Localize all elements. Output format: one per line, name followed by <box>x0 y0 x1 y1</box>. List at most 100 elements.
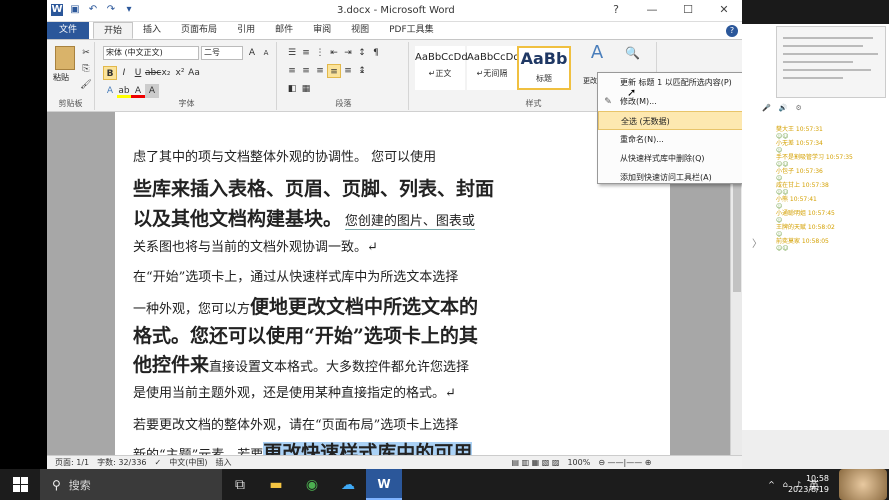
streamer-avatar <box>839 469 887 500</box>
sort-icon[interactable]: ↕ <box>355 46 369 60</box>
status-bar: 页面: 1/1 字数: 32/336 ✓ 中文(中国) 插入 ▤ ▥ ▦ ▧ ▨… <box>47 455 742 469</box>
scroll-thumb[interactable] <box>733 172 741 292</box>
status-mode[interactable]: 插入 <box>215 457 231 468</box>
settings-icon[interactable]: ⚙ <box>795 104 801 116</box>
distributed-icon[interactable]: ≡ <box>341 64 355 78</box>
redo-icon[interactable]: ↷ <box>105 4 117 16</box>
font-name-select[interactable]: 宋体 (中文正文) <box>103 46 199 60</box>
cloud-app-icon[interactable]: ☁ <box>330 469 366 500</box>
chrome-icon[interactable]: ◉ <box>294 469 330 500</box>
chat-list: 樊大王 10:57:31 ☺☺ 小无差 10:57:34 ☺ 手不是割吸管学习 10… <box>776 126 886 252</box>
paste-icon[interactable] <box>55 46 75 70</box>
borders-icon[interactable]: ▦ <box>299 82 313 96</box>
menu-modify[interactable]: ✎ 修改(M)... <box>598 92 742 111</box>
chat-message: 小无差 10:57:34 ☺ <box>776 140 823 154</box>
mic-icon[interactable]: 🎤 <box>762 104 771 116</box>
highlight-color-icon[interactable]: ab <box>117 84 131 98</box>
customize-toolbar-icon[interactable]: ▾ <box>123 4 135 16</box>
menu-add-to-qat[interactable]: 添加到快速访问工具栏(A) <box>598 168 742 187</box>
char-shading-icon[interactable]: A <box>145 84 159 98</box>
superscript-icon[interactable]: x² <box>173 66 187 80</box>
copy-icon[interactable]: ⎘ <box>79 62 93 76</box>
taskbar-search[interactable]: ⚲ 搜索 <box>40 469 222 500</box>
shrink-font-icon[interactable]: A <box>259 46 273 60</box>
format-painter-icon[interactable]: 🖌 <box>79 78 93 92</box>
screen-preview-thumbnail[interactable] <box>776 26 886 98</box>
subscript-icon[interactable]: x₂ <box>159 66 173 80</box>
tab-references[interactable]: 引用 <box>227 22 265 39</box>
style-heading[interactable]: AaBb 标题 <box>517 46 571 90</box>
tab-mailings[interactable]: 邮件 <box>265 22 303 39</box>
doc-line-3a: 以及其他文档构建基块。 <box>133 208 343 230</box>
menu-update-style[interactable]: 更新 标题 1 以匹配所选内容(P) <box>598 73 742 92</box>
menu-select-all[interactable]: 全选 (无数据) <box>598 111 742 130</box>
style-normal[interactable]: AaBbCcDd ↵正文 <box>415 46 468 90</box>
undo-icon[interactable]: ↶ <box>87 4 99 16</box>
decrease-indent-icon[interactable]: ⇤ <box>327 46 341 60</box>
shading-icon[interactable]: ◧ <box>285 82 299 96</box>
stream-controls[interactable]: 🎤 🔊 ⚙ <box>762 104 882 116</box>
bold-icon[interactable]: B <box>103 66 117 80</box>
grow-font-icon[interactable]: A <box>245 46 259 60</box>
help-button[interactable]: ? <box>598 0 634 22</box>
increase-indent-icon[interactable]: ⇥ <box>341 46 355 60</box>
save-icon[interactable]: ▣ <box>69 4 81 16</box>
tab-file[interactable]: 文件 <box>47 22 90 39</box>
word-taskbar-icon[interactable]: W <box>366 469 402 500</box>
tab-home[interactable]: 开始 <box>93 22 134 39</box>
style-no-spacing[interactable]: AaBbCcDd ↵无间隔 <box>467 46 520 90</box>
status-words[interactable]: 字数: 32/336 <box>97 457 146 468</box>
menu-rename[interactable]: 重命名(N)... <box>598 130 742 149</box>
change-styles-icon[interactable]: A <box>585 44 609 70</box>
show-marks-icon[interactable]: ¶ <box>369 46 383 60</box>
find-icon[interactable]: 🔍 <box>625 46 640 60</box>
view-buttons-icon[interactable]: ▤ ▥ ▦ ▧ ▨ <box>511 458 559 467</box>
taskbar-clock[interactable]: 10:58 2023/8/19 <box>788 473 829 495</box>
justify-icon[interactable]: ≡ <box>327 64 341 78</box>
multilevel-list-icon[interactable]: ⋮ <box>313 46 327 60</box>
bullets-icon[interactable]: ☰ <box>285 46 299 60</box>
menu-rename-label: 重命名(N)... <box>620 135 664 144</box>
status-language[interactable]: 中文(中国) <box>169 457 207 468</box>
minimize-button[interactable]: — <box>634 0 670 22</box>
chat-message: 王牌的天赋 10:58:02 ☺ <box>776 224 835 238</box>
close-button[interactable]: ✕ <box>706 0 742 22</box>
align-right-icon[interactable]: ≡ <box>313 64 327 78</box>
volume-icon[interactable]: 🔊 <box>779 104 788 116</box>
word-window: W ▣ ↶ ↷ ▾ 3.docx - Microsoft Word ? — ☐ … <box>47 0 742 469</box>
font-size-select[interactable]: 二号 <box>201 46 243 60</box>
strikethrough-icon[interactable]: abc <box>145 66 161 80</box>
search-icon: ⚲ <box>52 477 61 492</box>
tab-page-layout[interactable]: 页面布局 <box>171 22 227 39</box>
text-effects-icon[interactable]: A <box>103 84 117 98</box>
tab-review[interactable]: 审阅 <box>303 22 341 39</box>
task-view-icon[interactable]: ⧉ <box>222 469 258 500</box>
underline-icon[interactable]: U <box>131 66 145 80</box>
zoom-slider[interactable]: ⊖ ——|—— ⊕ <box>598 458 651 467</box>
status-page[interactable]: 页面: 1/1 <box>55 457 89 468</box>
tab-pdf-tools[interactable]: PDF工具集 <box>379 22 444 39</box>
stream-bottom-bar <box>742 430 889 469</box>
cut-icon[interactable]: ✂ <box>79 46 93 60</box>
status-zoom[interactable]: 100% <box>567 458 590 467</box>
menu-remove-from-gallery[interactable]: 从快速样式库中删除(Q) <box>598 149 742 168</box>
add-qat-icon <box>602 172 614 184</box>
align-left-icon[interactable]: ≡ <box>285 64 299 78</box>
file-explorer-icon[interactable]: ▬ <box>258 469 294 500</box>
tab-insert[interactable]: 插入 <box>133 22 171 39</box>
ribbon-help-icon[interactable]: ? <box>726 25 738 37</box>
clear-format-icon[interactable]: Aa <box>187 66 201 80</box>
align-center-icon[interactable]: ≡ <box>299 64 313 78</box>
chat-message: 小通聪明姐 10:57:45 ☺ <box>776 210 835 224</box>
paste-button[interactable]: 粘贴 <box>53 72 69 83</box>
tray-chevron-icon[interactable]: ^ <box>768 480 775 489</box>
proofing-icon[interactable]: ✓ <box>155 458 162 467</box>
tab-view[interactable]: 视图 <box>341 22 379 39</box>
maximize-button[interactable]: ☐ <box>670 0 706 22</box>
italic-icon[interactable]: I <box>117 66 131 80</box>
start-button[interactable] <box>0 469 40 500</box>
font-color-icon[interactable]: A <box>131 84 145 98</box>
line-spacing-icon[interactable]: ↨ <box>355 64 369 78</box>
next-arrow-icon[interactable]: 〉 <box>752 235 766 250</box>
numbering-icon[interactable]: ≡ <box>299 46 313 60</box>
